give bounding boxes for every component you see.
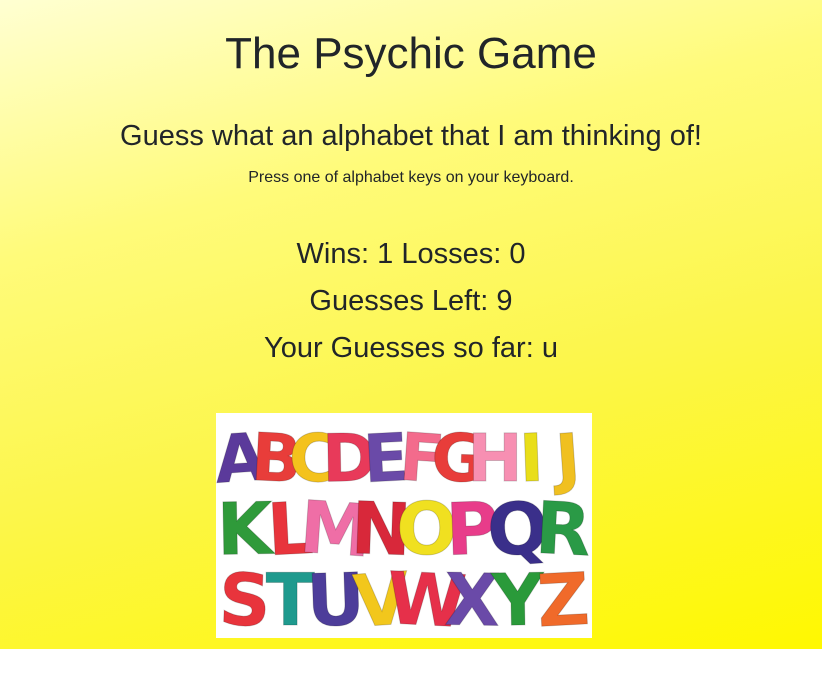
guesses-left-count: 9	[496, 285, 513, 317]
losses-label: Losses:	[401, 238, 510, 270]
alphabet-magnets-image: ABCDEFGHIJKLMNOPQRSTUVWXYZ	[216, 413, 592, 638]
game-subtitle: Guess what an alphabet that I am thinkin…	[120, 120, 702, 152]
game-panel: The Psychic Game Guess what an alphabet …	[0, 0, 822, 649]
guesses-so-far-label: Your Guesses so far:	[264, 332, 542, 364]
wins-count: 1	[377, 238, 394, 270]
magnet-letter-s: S	[217, 557, 272, 638]
guesses-left-line: Guesses Left: 9	[0, 283, 822, 319]
guesses-so-far-value: u	[541, 332, 558, 364]
page-title: The Psychic Game	[225, 29, 597, 78]
alphabet-magnets-graphic: ABCDEFGHI JKLMNOPQRSTUVWXYZ	[216, 418, 592, 638]
magnet-letter-z: Z	[535, 557, 592, 638]
score-line: Wins: 1 Losses: 0	[0, 236, 822, 272]
guesses-left-label: Guesses Left:	[309, 285, 497, 317]
guesses-so-far-line: Your Guesses so far: u	[0, 330, 822, 366]
losses-count: 0	[509, 238, 526, 270]
wins-label: Wins:	[296, 238, 378, 270]
instruction-text: Press one of alphabet keys on your keybo…	[248, 169, 574, 186]
